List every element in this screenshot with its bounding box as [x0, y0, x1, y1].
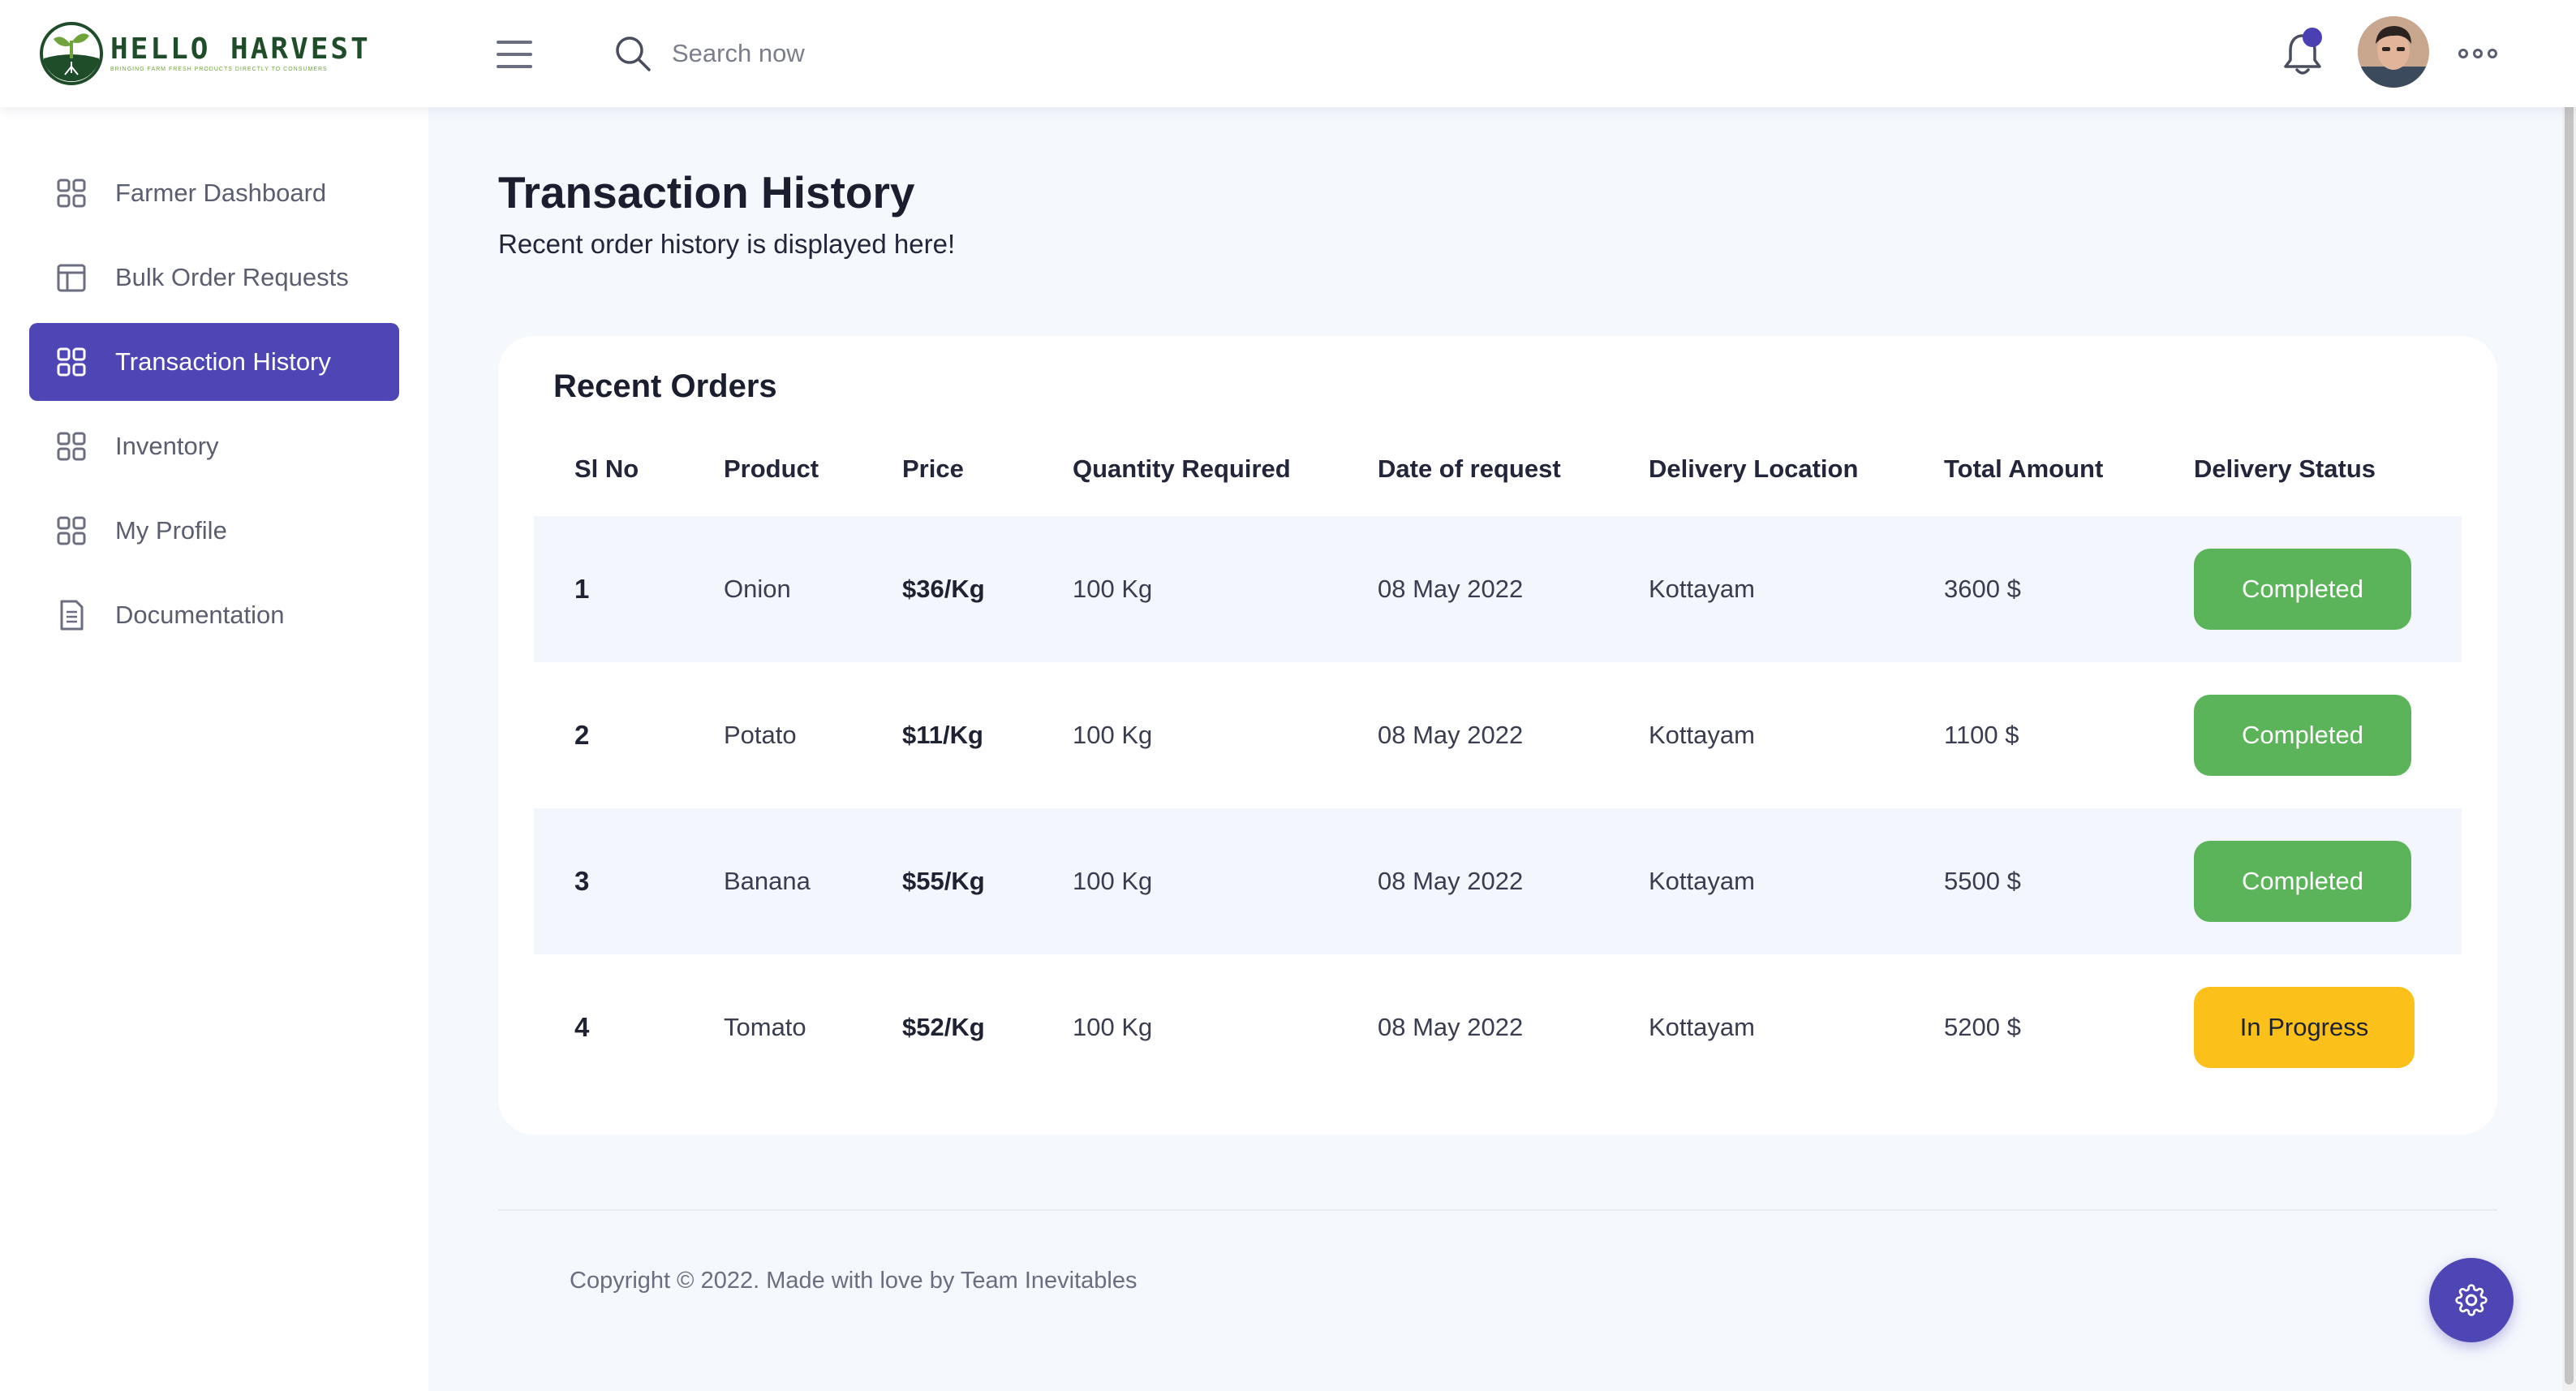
column-header-date: Date of request: [1378, 454, 1561, 483]
column-header-quantity: Quantity Required: [1073, 454, 1291, 483]
sidebar-item-farmer-dashboard[interactable]: Farmer Dashboard: [29, 154, 399, 232]
page-subtitle: Recent order history is displayed here!: [498, 229, 956, 259]
cell-sl-no: 4: [574, 1012, 590, 1042]
grid-icon: [57, 347, 86, 377]
cell-date: 08 May 2022: [1378, 1013, 1524, 1041]
hamburger-icon[interactable]: [497, 41, 532, 68]
leaf-logo-icon: [40, 22, 103, 85]
cell-date: 08 May 2022: [1378, 721, 1524, 749]
column-header-total: Total Amount: [1944, 454, 2104, 483]
cell-total: 5500 $: [1944, 867, 2021, 895]
cell-total: 1100 $: [1944, 721, 2019, 749]
cell-quantity: 100 Kg: [1073, 867, 1153, 895]
table-row: 2 Potato $11/Kg 100 Kg 08 May 2022 Kotta…: [534, 662, 2462, 808]
cell-price: $11/Kg: [902, 721, 983, 749]
avatar[interactable]: [2358, 16, 2429, 88]
settings-button[interactable]: [2429, 1258, 2514, 1342]
cell-location: Kottayam: [1649, 867, 1755, 895]
cell-sl-no: 1: [574, 574, 590, 604]
sidebar-item-label: Bulk Order Requests: [115, 263, 349, 291]
table-row: 3 Banana $55/Kg 100 Kg 08 May 2022 Kotta…: [534, 808, 2462, 954]
sidebar-item-label: Transaction History: [115, 347, 331, 376]
user-avatar-icon: [2358, 16, 2429, 88]
more-dots-icon[interactable]: [2458, 45, 2497, 62]
cell-product: Onion: [724, 575, 791, 603]
notification-dot: [2303, 28, 2322, 47]
cell-price: $55/Kg: [902, 867, 985, 895]
sidebar-item-my-profile[interactable]: My Profile: [29, 492, 399, 570]
column-header-sl-no: Sl No: [574, 454, 639, 483]
cell-quantity: 100 Kg: [1073, 1013, 1153, 1041]
column-header-status: Delivery Status: [2194, 454, 2376, 483]
sidebar-item-label: Inventory: [115, 432, 219, 460]
sidebar-item-inventory[interactable]: Inventory: [29, 407, 399, 485]
search-input[interactable]: [670, 38, 1079, 69]
cell-product: Tomato: [724, 1013, 806, 1041]
status-badge[interactable]: Completed: [2194, 549, 2411, 630]
cell-quantity: 100 Kg: [1073, 575, 1153, 603]
cell-product: Potato: [724, 721, 797, 749]
grid-icon: [57, 179, 86, 208]
status-badge[interactable]: In Progress: [2194, 987, 2415, 1068]
document-icon: [60, 600, 84, 631]
cell-date: 08 May 2022: [1378, 867, 1524, 895]
sidebar-item-documentation[interactable]: Documentation: [29, 576, 399, 654]
cell-total: 5200 $: [1944, 1013, 2021, 1041]
layout-icon: [57, 264, 86, 292]
brand-tagline: BRINGING FARM FRESH PRODUCTS DIRECTLY TO…: [110, 67, 328, 72]
table-row: 1 Onion $36/Kg 100 Kg 08 May 2022 Kottay…: [534, 516, 2462, 662]
brand-name: HELLO HARVEST: [110, 32, 371, 66]
cell-total: 3600 $: [1944, 575, 2021, 603]
footer-copyright: Copyright © 2022. Made with love by Team…: [570, 1268, 1137, 1294]
gear-icon: [2455, 1284, 2488, 1316]
status-badge[interactable]: Completed: [2194, 695, 2411, 776]
cell-sl-no: 3: [574, 866, 590, 896]
column-header-price: Price: [902, 454, 964, 483]
page-title: Transaction History: [498, 167, 915, 217]
brand-logo[interactable]: HELLO HARVEST BRINGING FARM FRESH PRODUC…: [39, 19, 371, 88]
cell-quantity: 100 Kg: [1073, 721, 1153, 749]
scrollbar-thumb[interactable]: [2565, 5, 2574, 1385]
cell-price: $52/Kg: [902, 1013, 985, 1041]
cell-location: Kottayam: [1649, 1013, 1755, 1041]
scrollbar[interactable]: [2562, 0, 2576, 1391]
grid-icon: [57, 516, 86, 545]
footer-divider: [498, 1209, 2497, 1211]
cell-location: Kottayam: [1649, 575, 1755, 603]
top-navbar: HELLO HARVEST BRINGING FARM FRESH PRODUC…: [0, 0, 2576, 107]
grid-icon: [57, 432, 86, 461]
sidebar-item-transaction-history[interactable]: Transaction History: [29, 323, 399, 401]
cell-price: $36/Kg: [902, 575, 985, 603]
sidebar-item-label: Farmer Dashboard: [115, 179, 327, 207]
cell-product: Banana: [724, 867, 811, 895]
cell-location: Kottayam: [1649, 721, 1755, 749]
cell-date: 08 May 2022: [1378, 575, 1524, 603]
search-bar: [613, 32, 1079, 75]
sidebar-item-bulk-order-requests[interactable]: Bulk Order Requests: [29, 239, 399, 317]
sidebar: Farmer Dashboard Bulk Order Requests Tra…: [0, 107, 428, 1391]
table-row: 4 Tomato $52/Kg 100 Kg 08 May 2022 Kotta…: [534, 954, 2462, 1100]
sidebar-item-label: Documentation: [115, 601, 285, 629]
card-title: Recent Orders: [553, 368, 777, 404]
sidebar-item-label: My Profile: [115, 516, 227, 545]
search-icon[interactable]: [613, 34, 652, 73]
status-badge[interactable]: Completed: [2194, 841, 2411, 922]
column-header-location: Delivery Location: [1649, 454, 1859, 483]
cell-sl-no: 2: [574, 720, 590, 750]
recent-orders-card: Recent Orders Sl No Product Price Quanti…: [498, 336, 2497, 1135]
column-header-product: Product: [724, 454, 819, 483]
